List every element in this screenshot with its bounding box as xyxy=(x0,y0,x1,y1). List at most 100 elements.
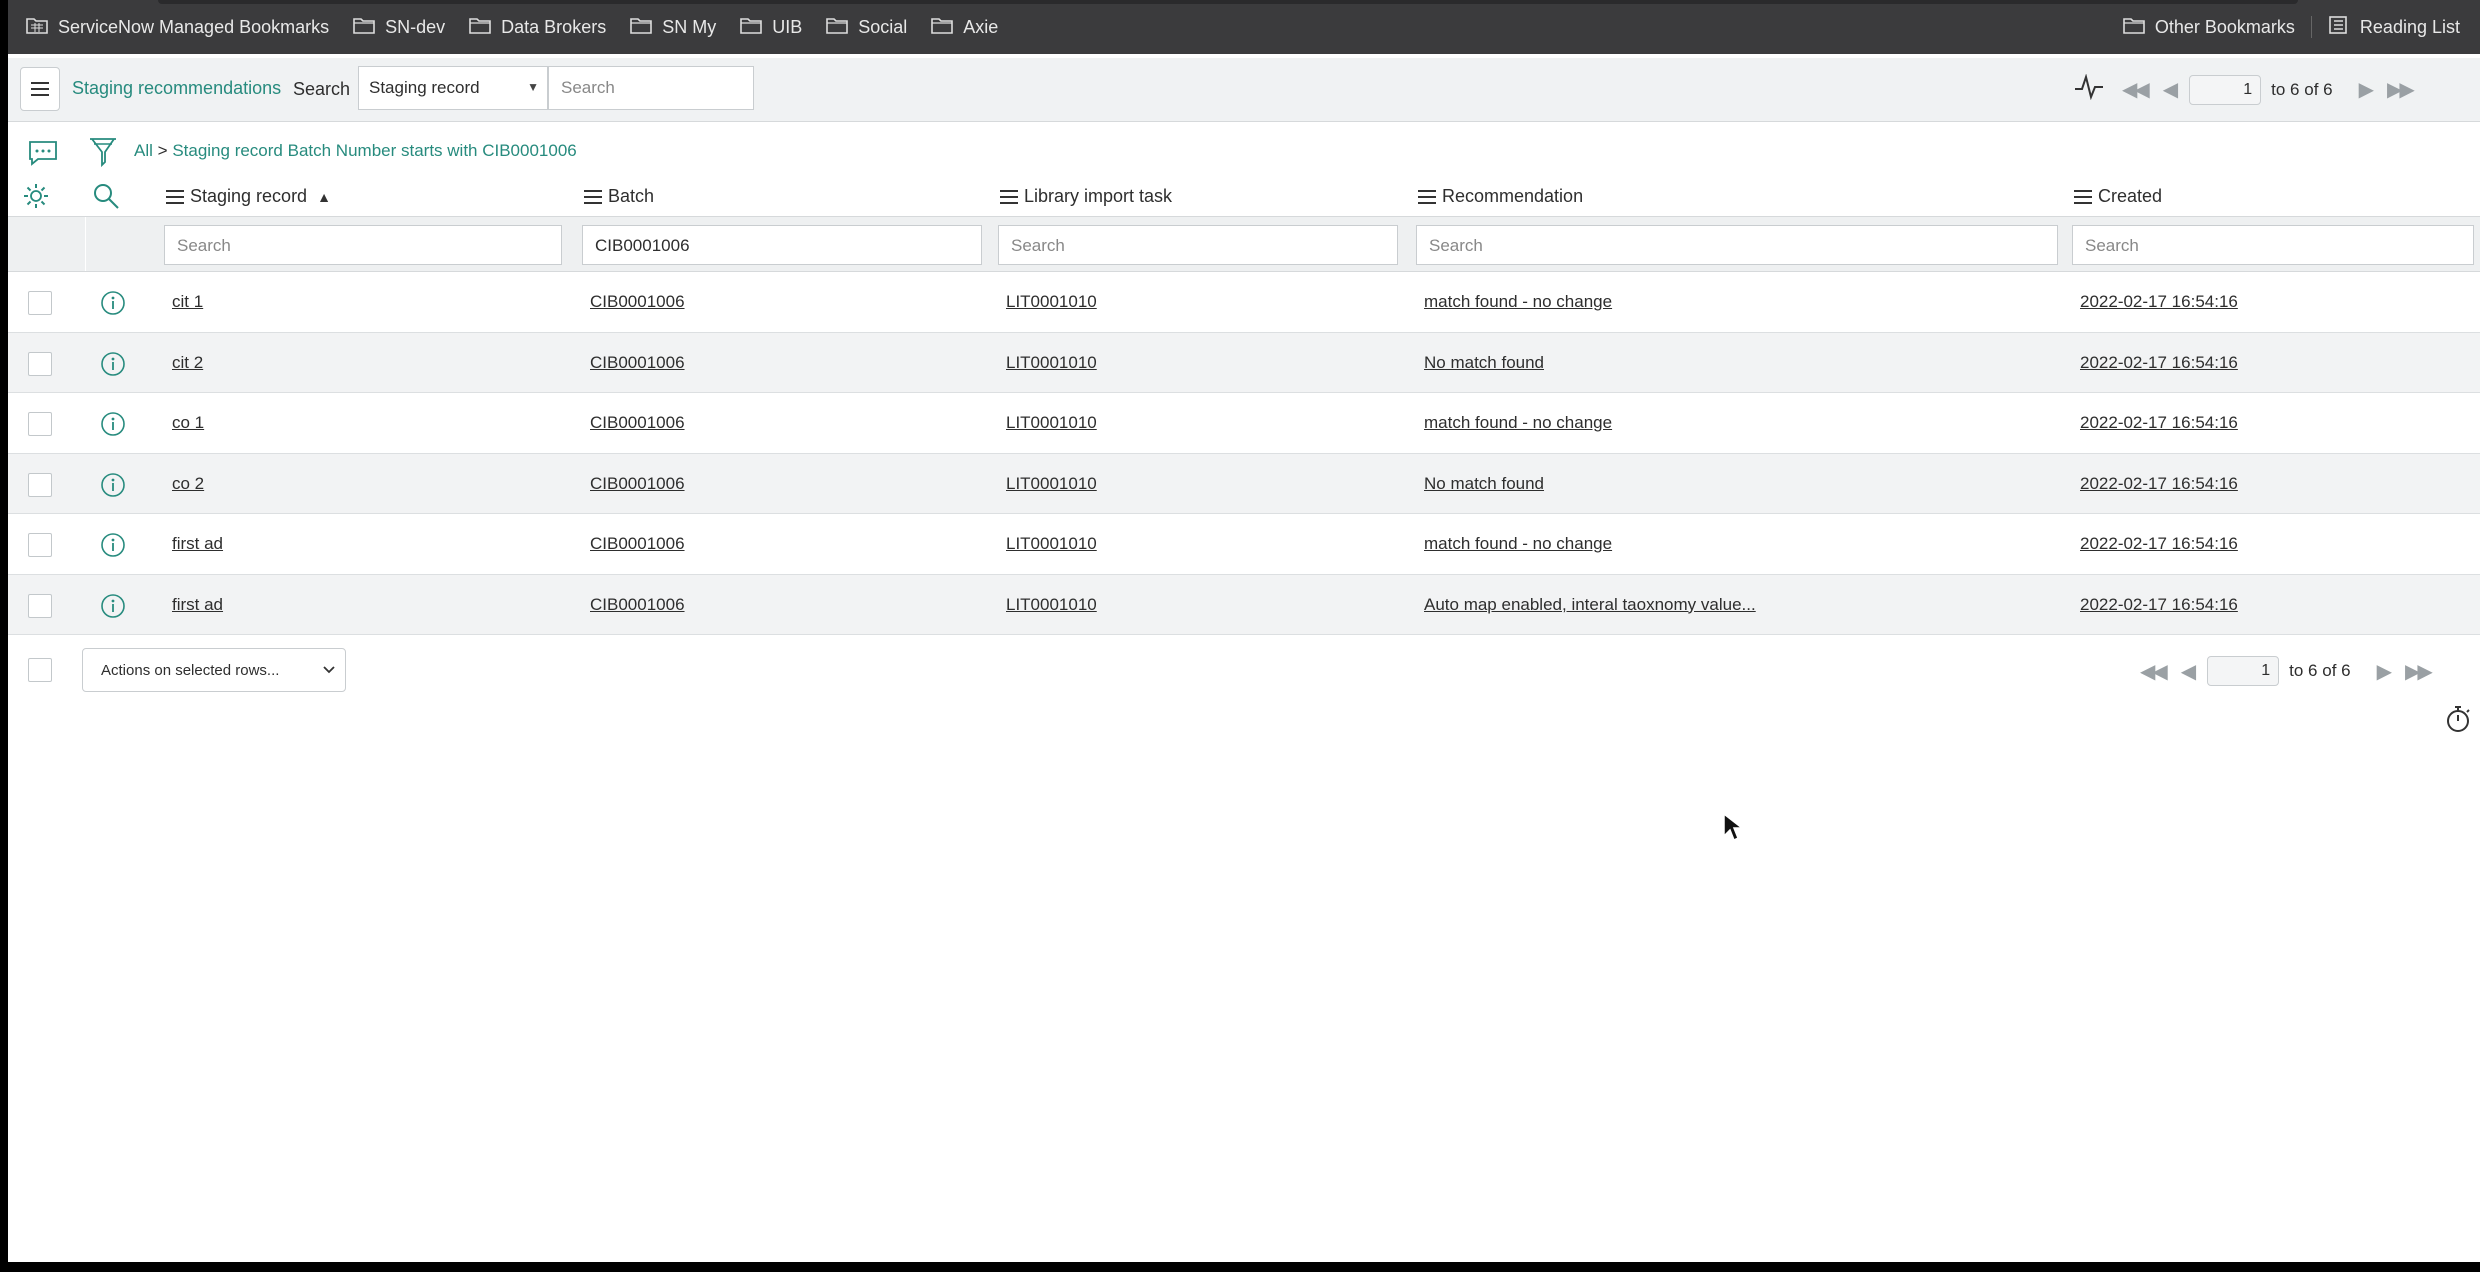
list-menu-button[interactable] xyxy=(20,67,60,111)
breadcrumb-all[interactable]: All xyxy=(134,141,153,160)
filter-input-staging-record[interactable]: Search xyxy=(164,225,562,265)
next-page-icon[interactable]: ▶ xyxy=(2377,659,2392,684)
bookmark-data-brokers[interactable]: Data Brokers xyxy=(457,0,618,54)
column-header-created[interactable]: Created xyxy=(2074,186,2162,207)
cell-created[interactable]: 2022-02-17 16:54:16 xyxy=(2080,292,2238,312)
cell-recommendation[interactable]: match found - no change xyxy=(1424,534,1612,554)
cell-recommendation[interactable]: match found - no change xyxy=(1424,413,1612,433)
bookmark-social[interactable]: Social xyxy=(814,0,919,54)
cell-library-import-task[interactable]: LIT0001010 xyxy=(1006,595,1097,615)
actions-label: Actions on selected rows... xyxy=(101,662,280,679)
cell-library-import-task[interactable]: LIT0001010 xyxy=(1006,292,1097,312)
chevron-down-icon xyxy=(321,661,337,681)
cell-created[interactable]: 2022-02-17 16:54:16 xyxy=(2080,595,2238,615)
bookmark-servicenow-managed[interactable]: ServiceNow Managed Bookmarks xyxy=(8,0,341,54)
breadcrumb-filter[interactable]: Staging record Batch Number starts with … xyxy=(172,141,576,160)
table-row: cit 1 CIB0001006 LIT0001010 match found - n… xyxy=(8,272,2480,333)
first-page-icon[interactable]: ◀◀ xyxy=(2140,659,2168,684)
cell-created[interactable]: 2022-02-17 16:54:16 xyxy=(2080,353,2238,373)
page-number-input[interactable]: 1 xyxy=(2207,656,2280,686)
column-header-recommendation[interactable]: Recommendation xyxy=(1418,186,1583,207)
cell-staging-record[interactable]: first ad xyxy=(172,534,223,554)
prev-page-icon[interactable]: ◀ xyxy=(2181,659,2196,684)
cell-created[interactable]: 2022-02-17 16:54:16 xyxy=(2080,413,2238,433)
gear-icon[interactable] xyxy=(22,182,50,215)
search-field-select[interactable]: Staging record ▼ xyxy=(358,66,548,110)
activity-icon[interactable] xyxy=(2074,73,2104,105)
bookmark-sn-my[interactable]: SN My xyxy=(618,0,728,54)
last-page-icon[interactable]: ▶▶ xyxy=(2387,77,2415,102)
column-header-staging-record[interactable]: Staging record ▲ xyxy=(166,186,331,207)
cell-batch[interactable]: CIB0001006 xyxy=(590,595,685,615)
search-icon[interactable] xyxy=(92,182,120,215)
bottom-pager: ◀◀ ◀ 1 to 6 of 6 ▶ ▶▶ xyxy=(2132,656,2438,686)
row-checkbox[interactable] xyxy=(28,533,52,557)
cell-staging-record[interactable]: cit 1 xyxy=(172,292,203,312)
column-menu-icon[interactable] xyxy=(1000,189,1018,204)
bookmark-sn-dev[interactable]: SN-dev xyxy=(341,0,457,54)
row-checkbox[interactable] xyxy=(28,593,52,618)
stopwatch-icon[interactable] xyxy=(2444,704,2472,739)
cell-library-import-task[interactable]: LIT0001010 xyxy=(1006,534,1097,554)
cell-batch[interactable]: CIB0001006 xyxy=(590,413,685,433)
info-icon[interactable] xyxy=(100,411,126,442)
page-range: to 6 of 6 xyxy=(2271,79,2333,99)
filter-input-batch[interactable]: CIB0001006 xyxy=(582,225,982,265)
next-page-icon[interactable]: ▶ xyxy=(2359,77,2374,102)
row-checkbox[interactable] xyxy=(28,412,52,436)
info-icon[interactable] xyxy=(100,290,126,321)
actions-select[interactable]: Actions on selected rows... xyxy=(82,648,346,692)
search-input[interactable]: Search xyxy=(548,66,754,110)
cell-recommendation[interactable]: No match found xyxy=(1424,474,1544,494)
info-icon[interactable] xyxy=(100,532,126,563)
cell-recommendation[interactable]: Auto map enabled, interal taoxnomy value… xyxy=(1424,595,1756,615)
filter-input-created[interactable]: Search xyxy=(2072,225,2474,265)
filter-input-recommendation[interactable]: Search xyxy=(1416,225,2058,265)
page-number-input[interactable]: 1 xyxy=(2189,74,2262,105)
info-icon[interactable] xyxy=(100,351,126,382)
column-label: Created xyxy=(2098,186,2163,206)
cell-recommendation[interactable]: No match found xyxy=(1424,353,1544,373)
cell-library-import-task[interactable]: LIT0001010 xyxy=(1006,353,1097,373)
cell-staging-record[interactable]: first ad xyxy=(172,595,223,615)
filter-input-library-import-task[interactable]: Search xyxy=(998,225,1398,265)
filter-icon[interactable] xyxy=(88,136,118,173)
cell-recommendation[interactable]: match found - no change xyxy=(1424,292,1612,312)
cell-staging-record[interactable]: co 2 xyxy=(172,474,204,494)
cell-created[interactable]: 2022-02-17 16:54:16 xyxy=(2080,474,2238,494)
column-header-batch[interactable]: Batch xyxy=(584,186,654,207)
table-row: co 1 CIB0001006 LIT0001010 match found - no… xyxy=(8,393,2480,454)
comment-icon[interactable] xyxy=(28,140,58,171)
cell-library-import-task[interactable]: LIT0001010 xyxy=(1006,474,1097,494)
column-header-library-import-task[interactable]: Library import task xyxy=(1000,186,1172,207)
bookmark-other[interactable]: Other Bookmarks xyxy=(2111,0,2307,54)
bookmarks-right: Other Bookmarks Reading List xyxy=(2111,0,2480,54)
bookmark-divider xyxy=(2310,16,2312,38)
cell-library-import-task[interactable]: LIT0001010 xyxy=(1006,413,1097,433)
cell-batch[interactable]: CIB0001006 xyxy=(590,292,685,312)
cell-batch[interactable]: CIB0001006 xyxy=(590,534,685,554)
column-menu-icon[interactable] xyxy=(166,189,184,204)
column-menu-icon[interactable] xyxy=(2074,189,2092,204)
row-checkbox[interactable] xyxy=(28,472,52,497)
first-page-icon[interactable]: ◀◀ xyxy=(2122,77,2150,102)
info-icon[interactable] xyxy=(100,593,126,624)
select-all-checkbox[interactable] xyxy=(28,658,52,682)
cell-batch[interactable]: CIB0001006 xyxy=(590,353,685,373)
list-title[interactable]: Staging recommendations xyxy=(72,78,281,99)
prev-page-icon[interactable]: ◀ xyxy=(2163,77,2178,102)
column-menu-icon[interactable] xyxy=(1418,189,1436,204)
row-checkbox[interactable] xyxy=(28,351,52,376)
cell-batch[interactable]: CIB0001006 xyxy=(590,474,685,494)
cell-staging-record[interactable]: co 1 xyxy=(172,413,204,433)
bookmark-uib[interactable]: UIB xyxy=(728,0,814,54)
info-icon[interactable] xyxy=(100,472,126,503)
column-menu-icon[interactable] xyxy=(584,189,602,204)
screen-bottom-edge xyxy=(0,1262,2480,1272)
cell-created[interactable]: 2022-02-17 16:54:16 xyxy=(2080,534,2238,554)
reading-list-button[interactable]: Reading List xyxy=(2316,0,2480,54)
bookmark-axie[interactable]: Axie xyxy=(919,0,1010,54)
last-page-icon[interactable]: ▶▶ xyxy=(2405,659,2433,684)
row-checkbox[interactable] xyxy=(28,291,52,315)
cell-staging-record[interactable]: cit 2 xyxy=(172,353,203,373)
